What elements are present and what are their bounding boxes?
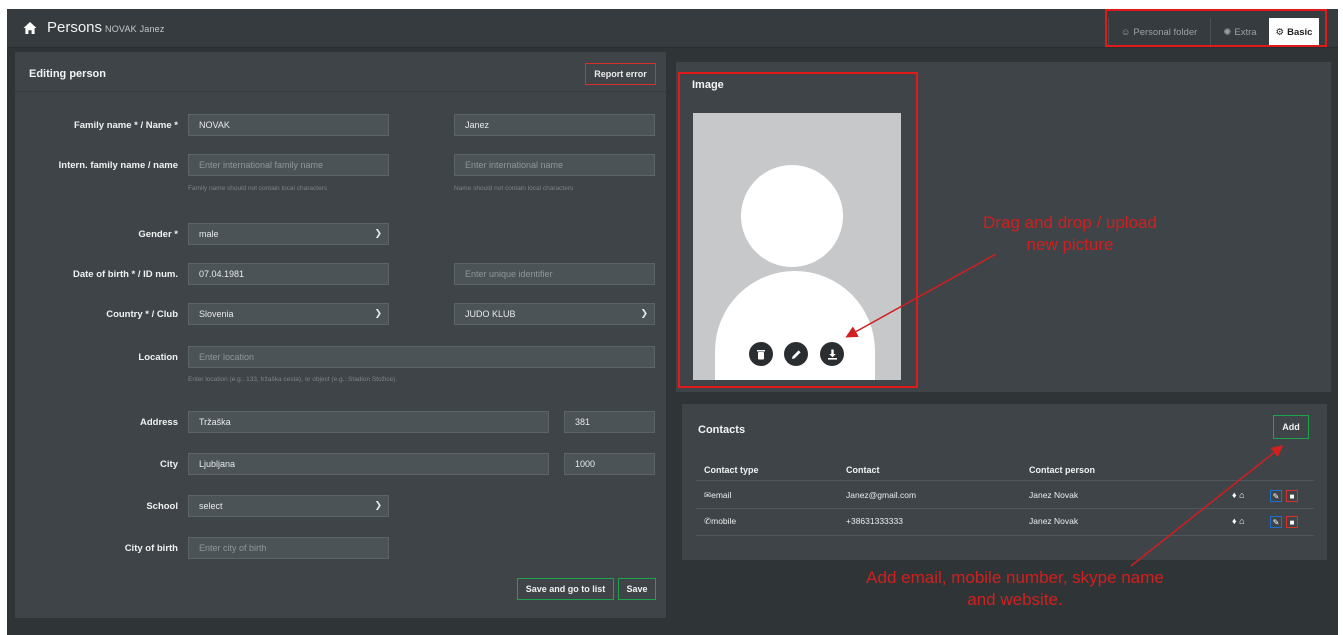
tab-personal-folder-label: Personal folder <box>1133 26 1198 38</box>
contact-type-value: email <box>711 490 732 500</box>
club-value: JUDO KLUB <box>465 309 516 319</box>
notification-home-icons[interactable]: ♦ ⌂ <box>1232 516 1245 526</box>
label-dob: Date of birth * / ID num. <box>72 269 178 280</box>
notification-home-icons[interactable]: ♦ ⌂ <box>1232 490 1245 500</box>
hint-intern-family: Family name should not contain local cha… <box>188 185 328 192</box>
user-lock-icon: ☺ <box>1120 26 1131 38</box>
tab-extra[interactable]: ✺ Extra <box>1210 18 1269 46</box>
contact-value: +38631333333 <box>846 516 903 526</box>
id-number-input[interactable]: Enter unique identifier <box>454 263 655 285</box>
editing-person-header: Editing person Report error <box>15 52 666 92</box>
contacts-panel: Contacts Add Contact type Contact Contac… <box>682 404 1327 560</box>
country-value: Slovenia <box>199 309 234 319</box>
gender-select[interactable]: male ❯ <box>188 223 389 245</box>
gear-icon: ⚙ <box>1275 26 1285 38</box>
label-intern-name: Intern. family name / name <box>58 160 178 171</box>
name-input[interactable]: Janez <box>454 114 655 136</box>
column-contact-person: Contact person <box>1029 465 1096 475</box>
label-city: City <box>160 459 178 470</box>
label-country: Country * / Club <box>106 309 178 320</box>
annotation-contacts: Add email, mobile number, skype name and… <box>760 567 1270 611</box>
page-title: Persons NOVAK Janez <box>47 19 165 36</box>
contact-type-mobile: ✆mobile <box>704 516 736 527</box>
location-input[interactable]: Enter location <box>188 346 655 368</box>
address-input[interactable]: Tržaška <box>188 411 549 433</box>
report-error-button[interactable]: Report error <box>585 63 656 85</box>
date-of-birth-input[interactable]: 07.04.1981 <box>188 263 389 285</box>
editing-person-panel: Editing person Report error Family name … <box>15 52 666 618</box>
city-input[interactable]: Ljubljana <box>188 453 549 475</box>
table-divider <box>696 480 1314 481</box>
annotation-upload: Drag and drop / upload new picture <box>920 212 1220 256</box>
label-family-name: Family name * / Name * <box>73 120 178 131</box>
tab-basic[interactable]: ⚙ Basic <box>1269 18 1319 46</box>
contact-value: Janez@gmail.com <box>846 490 917 500</box>
label-school: School <box>146 501 178 512</box>
address-number-input[interactable]: 381 <box>564 411 655 433</box>
contact-type-email: ✉email <box>704 490 731 501</box>
postal-code-input[interactable]: 1000 <box>564 453 655 475</box>
contact-person: Janez Novak <box>1029 516 1079 526</box>
label-location: Location <box>138 352 178 363</box>
save-button[interactable]: Save <box>618 578 656 600</box>
chevron-down-icon: ❯ <box>640 308 648 318</box>
image-highlight-frame <box>678 72 918 388</box>
tab-extra-label: Extra <box>1234 26 1257 38</box>
annotation-contacts-text: Add email, mobile number, skype name and… <box>866 568 1164 610</box>
chevron-down-icon: ❯ <box>374 308 382 318</box>
top-bar: Persons NOVAK Janez ☺ Personal folder ✺ Ext… <box>7 9 1338 48</box>
editing-person-title: Editing person <box>29 68 106 80</box>
wrench-icon: ✺ <box>1223 26 1232 38</box>
contacts-title: Contacts <box>698 424 746 436</box>
delete-icon[interactable]: ■ <box>1286 490 1298 502</box>
table-divider <box>696 535 1314 536</box>
annotation-upload-text: Drag and drop / upload new picture <box>983 213 1157 255</box>
page-subtitle: NOVAK Janez <box>105 24 165 34</box>
hint-location: Enter location (e.g.: 133, tržaška cesta… <box>188 376 398 383</box>
column-contact: Contact <box>846 465 880 475</box>
label-address: Address <box>139 417 178 428</box>
tab-personal-folder[interactable]: ☺ Personal folder <box>1108 18 1209 46</box>
family-name-input[interactable]: NOVAK <box>188 114 389 136</box>
country-select[interactable]: Slovenia ❯ <box>188 303 389 325</box>
chevron-down-icon: ❯ <box>374 228 382 238</box>
page-title-text: Persons <box>47 19 103 36</box>
label-gender: Gender * <box>138 229 178 240</box>
club-select[interactable]: JUDO KLUB ❯ <box>454 303 655 325</box>
school-value: select <box>199 501 223 511</box>
edit-icon[interactable]: ✎ <box>1270 490 1282 502</box>
contact-person: Janez Novak <box>1029 490 1079 500</box>
intern-family-name-input[interactable]: Enter international family name <box>188 154 389 176</box>
hint-intern-name: Name should not contain local characters <box>454 185 574 192</box>
label-city-of-birth: City of birth <box>124 543 178 554</box>
add-contact-button[interactable]: Add <box>1273 415 1309 439</box>
contact-type-value: mobile <box>711 516 737 526</box>
table-divider <box>696 508 1314 509</box>
gender-value: male <box>199 229 219 239</box>
delete-icon[interactable]: ■ <box>1286 516 1298 528</box>
save-and-go-to-list-button[interactable]: Save and go to list <box>517 578 614 600</box>
chevron-down-icon: ❯ <box>374 500 382 510</box>
edit-icon[interactable]: ✎ <box>1270 516 1282 528</box>
tab-basic-label: Basic <box>1287 26 1313 38</box>
school-select[interactable]: select ❯ <box>188 495 389 517</box>
intern-name-input[interactable]: Enter international name <box>454 154 655 176</box>
city-of-birth-input[interactable]: Enter city of birth <box>188 537 389 559</box>
column-contact-type: Contact type <box>704 465 759 475</box>
home-icon[interactable] <box>23 21 37 35</box>
